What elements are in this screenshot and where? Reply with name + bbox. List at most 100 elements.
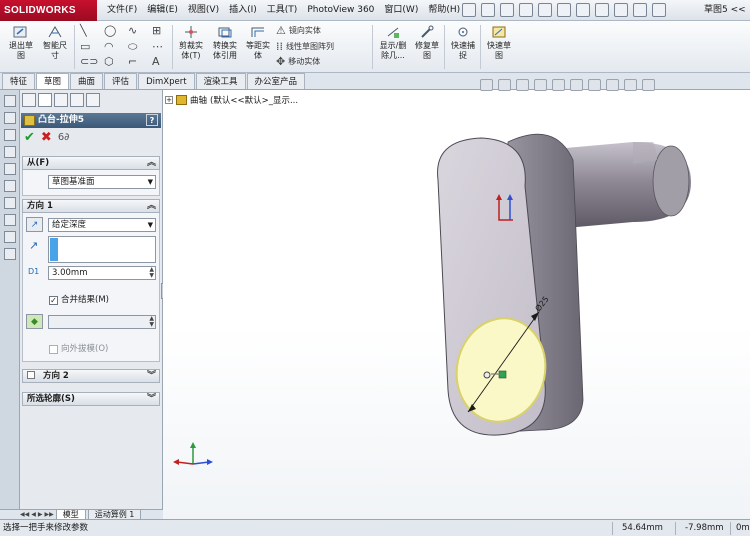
feature-manager-tab-icon[interactable] — [22, 93, 36, 107]
menu-insert[interactable]: 插入(I) — [224, 0, 262, 21]
menu-window[interactable]: 窗口(W) — [379, 0, 423, 21]
text-tool[interactable]: A — [152, 56, 160, 67]
edit-appearance-icon[interactable] — [606, 79, 619, 91]
view-orientation-icon[interactable] — [552, 79, 565, 91]
linear-pattern-button[interactable]: ⁞⁞ 线性草图阵列 — [276, 41, 334, 52]
curve-icon[interactable] — [3, 197, 16, 209]
display-manager-tab-icon[interactable] — [86, 93, 100, 107]
sketch-icon[interactable] — [3, 95, 16, 107]
rapid-sketch-button[interactable]: 快速草 图 — [484, 25, 514, 61]
settings-icon[interactable] — [652, 3, 666, 17]
new-document-icon[interactable] — [481, 3, 495, 17]
open-icon[interactable] — [500, 3, 514, 17]
relation-icon[interactable] — [3, 129, 16, 141]
first-tab-icon[interactable]: ◀◀ — [20, 511, 29, 518]
pattern-tool-icon[interactable] — [3, 231, 16, 243]
view-settings-icon[interactable] — [642, 79, 655, 91]
line-tool[interactable]: ╲ — [80, 25, 87, 36]
draft-toggle-button[interactable]: ◆ — [26, 314, 43, 329]
print-icon[interactable] — [538, 3, 552, 17]
smart-dimension-button[interactable]: 智能尺 寸 — [38, 25, 72, 61]
ok-button[interactable]: ✔ — [24, 131, 35, 145]
convert-entities-button[interactable]: 转换实 体引用 — [208, 25, 242, 61]
dimension-icon[interactable] — [3, 112, 16, 124]
crankshaft-model[interactable] — [437, 133, 691, 436]
menu-file[interactable]: 文件(F) — [102, 0, 142, 21]
slot-tool[interactable]: ⊂⊃ — [80, 56, 98, 67]
from-group-header[interactable]: 从(F) ︽ — [22, 156, 160, 170]
options-icon[interactable] — [633, 3, 647, 17]
help-button[interactable]: ? — [146, 114, 158, 126]
circle-tool[interactable]: ◯ — [104, 25, 116, 36]
point-tool[interactable]: ⊞ — [152, 25, 161, 36]
graphics-area[interactable]: Ø25 + 曲轴 (默认<<默认>_显示... — [163, 90, 750, 519]
exit-sketch-button[interactable]: 退出草 图 — [6, 25, 36, 61]
undo-icon[interactable] — [557, 3, 571, 17]
rebuild-icon[interactable] — [595, 3, 609, 17]
next-tab-icon[interactable]: ▶ — [38, 511, 43, 518]
save-icon[interactable] — [519, 3, 533, 17]
display-delete-relations-button[interactable]: 显示/删 除几... — [376, 25, 410, 61]
draft-outward-checkbox[interactable]: 向外拔模(O) — [49, 344, 108, 355]
display-style-icon[interactable] — [570, 79, 583, 91]
construction-tool[interactable]: ⋯ — [152, 41, 163, 52]
mirror-entities-button[interactable]: ⚠ 镜向实体 — [276, 25, 321, 36]
fillet-tool[interactable]: ⌐ — [128, 56, 137, 67]
repair-sketch-button[interactable]: 修复草 图 — [412, 25, 442, 61]
hide-show-items-icon[interactable] — [588, 79, 601, 91]
previous-view-icon[interactable] — [516, 79, 529, 91]
depth-input[interactable]: 3.00mm ▲ ▼ — [48, 266, 156, 280]
tab-features[interactable]: 特征 — [2, 73, 36, 89]
tab-sketch[interactable]: 草图 — [36, 73, 70, 89]
offset-entities-button[interactable]: 等距实 体 — [244, 25, 272, 61]
detailed-preview-icon[interactable]: 6∂ — [58, 131, 70, 145]
trim-button[interactable]: 剪裁实 体(T) — [176, 25, 206, 61]
menu-tools[interactable]: 工具(T) — [262, 0, 303, 21]
end-condition-select[interactable]: 给定深度 ▼ — [48, 218, 156, 232]
ellipse-tool[interactable]: ⬭ — [128, 41, 137, 52]
selected-contours-group-header[interactable]: 所选轮廓(S) ︾ — [22, 392, 160, 406]
direction1-group-header[interactable]: 方向 1 ︽ — [22, 199, 160, 213]
prev-tab-icon[interactable]: ◀ — [31, 511, 36, 518]
tab-surfaces[interactable]: 曲面 — [70, 73, 104, 89]
merge-result-checkbox[interactable]: ✓ 合并结果(M) — [49, 295, 109, 306]
menu-photoview[interactable]: PhotoView 360 — [302, 0, 379, 21]
link-icon[interactable] — [3, 248, 16, 260]
direction-selection-box[interactable] — [48, 236, 156, 263]
app-logo[interactable]: SOLIDWORKS — [0, 0, 97, 21]
draft-angle-input[interactable]: ▲ ▼ — [48, 315, 156, 329]
menu-view[interactable]: 视图(V) — [183, 0, 224, 21]
tab-office-products[interactable]: 办公室产品 — [246, 73, 306, 89]
sketch-tool-icon[interactable] — [3, 146, 16, 158]
spline-tool[interactable]: ∿ — [128, 25, 137, 36]
tab-render-tools[interactable]: 渲染工具 — [195, 73, 246, 89]
dimxpert-manager-tab-icon[interactable] — [70, 93, 84, 107]
polygon-tool[interactable]: ⬡ — [104, 56, 114, 67]
block-icon[interactable] — [3, 163, 16, 175]
pin-icon[interactable] — [462, 3, 476, 17]
property-manager-tab-icon[interactable] — [38, 93, 52, 107]
file-properties-icon[interactable] — [614, 3, 628, 17]
cancel-button[interactable]: ✖ — [41, 131, 52, 145]
move-entities-button[interactable]: ✥ 移动实体 — [276, 56, 320, 67]
spline-tool-icon[interactable] — [3, 180, 16, 192]
expand-tree-icon[interactable]: + — [165, 96, 173, 104]
reverse-direction-button[interactable]: ↗ — [26, 217, 43, 232]
mirror-tool-icon[interactable] — [3, 214, 16, 226]
apply-scene-icon[interactable] — [624, 79, 637, 91]
zoom-area-icon[interactable] — [498, 79, 511, 91]
direction2-checkbox[interactable] — [27, 371, 35, 379]
from-select[interactable]: 草图基准面 ▼ — [48, 175, 156, 189]
tab-dimxpert[interactable]: DimXpert — [138, 73, 195, 89]
part-name[interactable]: 曲轴 — [190, 94, 207, 106]
section-view-icon[interactable] — [534, 79, 547, 91]
tab-evaluate[interactable]: 评估 — [104, 73, 138, 89]
zoom-fit-icon[interactable] — [480, 79, 493, 91]
arc-tool[interactable]: ◠ — [104, 41, 114, 52]
direction2-group-header[interactable]: 方向 2 ︾ — [22, 369, 160, 383]
last-tab-icon[interactable]: ▶▶ — [44, 511, 53, 518]
menu-edit[interactable]: 编辑(E) — [142, 0, 183, 21]
select-icon[interactable] — [576, 3, 590, 17]
menu-help[interactable]: 帮助(H) — [423, 0, 465, 21]
configuration-manager-tab-icon[interactable] — [54, 93, 68, 107]
